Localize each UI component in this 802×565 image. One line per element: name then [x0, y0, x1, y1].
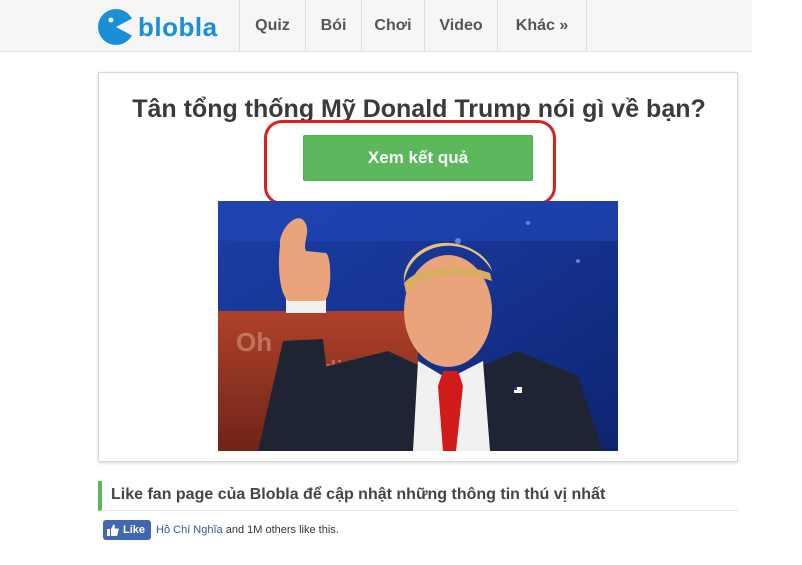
nav-item-more[interactable]: Khác »	[497, 0, 587, 52]
facebook-like-button[interactable]: Like	[103, 520, 152, 540]
nav-item-boi[interactable]: Bói	[305, 0, 361, 52]
nav-item-choi[interactable]: Chơi	[361, 0, 424, 52]
thumbs-up-icon	[107, 524, 119, 536]
facebook-like-row: Like Hồ Chí Nghĩa and 1M others like thi…	[103, 520, 339, 540]
like-label: Like	[123, 524, 146, 536]
site-logo[interactable]: blobla	[97, 7, 218, 47]
main-nav: Quiz Bói Chơi Video Khác »	[239, 0, 587, 52]
view-result-button[interactable]: Xem kết quả	[303, 135, 533, 181]
fanpage-heading: Like fan page của Blobla để cập nhật nhữ…	[98, 481, 738, 511]
nav-item-video[interactable]: Video	[424, 0, 497, 52]
friend-name-link[interactable]: Hồ Chí Nghĩa	[156, 524, 223, 536]
quiz-photo: Oh dice	[218, 201, 618, 451]
svg-text:Oh: Oh	[236, 327, 272, 357]
like-count-text: Hồ Chí Nghĩa and 1M others like this.	[156, 524, 339, 536]
site-header: blobla Quiz Bói Chơi Video Khác »	[0, 0, 752, 52]
quiz-image[interactable]: Oh dice	[218, 201, 618, 451]
logo-text: blobla	[138, 11, 218, 42]
logo-mark-icon	[98, 9, 135, 45]
others-like-text: and 1M others like this.	[225, 524, 339, 536]
nav-item-quiz[interactable]: Quiz	[239, 0, 305, 52]
